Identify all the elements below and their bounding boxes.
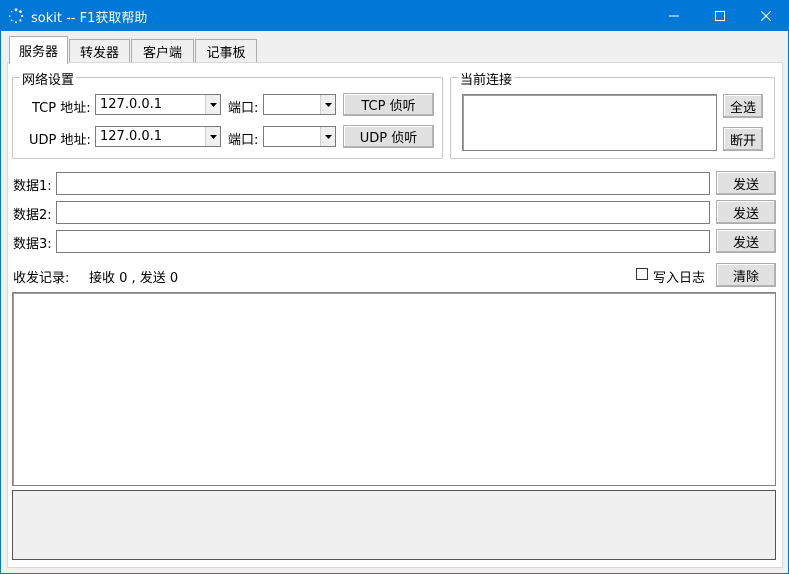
write-log-label[interactable]: 写入日志 bbox=[653, 267, 705, 286]
connection-list[interactable] bbox=[462, 94, 717, 151]
minimize-icon bbox=[669, 15, 679, 16]
data2-input[interactable] bbox=[56, 201, 710, 224]
tcp-port-combo[interactable] bbox=[263, 94, 336, 115]
close-icon bbox=[761, 10, 771, 21]
udp-port-combo[interactable] bbox=[263, 126, 336, 147]
udp-listen-button[interactable]: UDP 侦听 bbox=[343, 125, 434, 148]
udp-port-label: 端口: bbox=[228, 133, 259, 148]
tcp-port-label: 端口: bbox=[228, 101, 259, 116]
data1-label: 数据1: bbox=[13, 179, 52, 194]
tab-forwarder[interactable]: 转发器 bbox=[69, 39, 130, 63]
tab-label: 服务器 bbox=[18, 45, 58, 60]
log-textarea[interactable] bbox=[12, 292, 776, 486]
tab-label: 转发器 bbox=[79, 46, 119, 61]
chevron-down-icon[interactable] bbox=[205, 95, 220, 114]
select-all-button[interactable]: 全选 bbox=[723, 94, 763, 118]
log-label: 收发记录: bbox=[13, 271, 70, 286]
udp-address-combo[interactable]: 127.0.0.1 bbox=[95, 126, 221, 147]
title-bar[interactable]: sokit -- F1获取帮助 bbox=[0, 0, 789, 31]
status-panel[interactable] bbox=[12, 490, 776, 560]
tab-client[interactable]: 客户端 bbox=[131, 39, 194, 63]
maximize-button[interactable] bbox=[697, 0, 743, 31]
maximize-icon bbox=[715, 10, 725, 21]
tab-server[interactable]: 服务器 bbox=[9, 36, 68, 64]
traffic-stats: 接收 0 , 发送 0 bbox=[89, 271, 179, 286]
minimize-button[interactable] bbox=[651, 0, 697, 31]
data3-input[interactable] bbox=[56, 230, 710, 253]
send-button[interactable]: 发送 bbox=[716, 229, 776, 253]
network-settings-legend: 网络设置 bbox=[20, 69, 77, 88]
data2-label: 数据2: bbox=[13, 208, 52, 223]
tab-label: 客户端 bbox=[142, 46, 182, 61]
disconnect-button[interactable]: 断开 bbox=[723, 127, 763, 151]
close-button[interactable] bbox=[743, 0, 789, 31]
write-log-checkbox[interactable] bbox=[636, 268, 648, 280]
tab-notepad[interactable]: 记事板 bbox=[195, 39, 257, 63]
chevron-down-icon[interactable] bbox=[320, 95, 335, 114]
app-icon bbox=[9, 8, 24, 24]
tab-label: 记事板 bbox=[206, 46, 246, 61]
chevron-down-icon[interactable] bbox=[205, 127, 220, 146]
current-connection-legend: 当前连接 bbox=[458, 69, 515, 88]
chevron-down-icon[interactable] bbox=[320, 127, 335, 146]
clear-button[interactable]: 清除 bbox=[716, 263, 776, 287]
udp-address-label: UDP 地址: bbox=[29, 133, 91, 148]
send-button[interactable]: 发送 bbox=[716, 200, 776, 224]
tcp-address-label: TCP 地址: bbox=[32, 101, 91, 116]
udp-address-value: 127.0.0.1 bbox=[100, 129, 163, 144]
data1-input[interactable] bbox=[56, 172, 710, 195]
tcp-address-combo[interactable]: 127.0.0.1 bbox=[95, 94, 221, 115]
send-button[interactable]: 发送 bbox=[716, 171, 776, 195]
data3-label: 数据3: bbox=[13, 237, 52, 252]
tcp-address-value: 127.0.0.1 bbox=[100, 97, 163, 112]
window-title: sokit -- F1获取帮助 bbox=[31, 11, 148, 26]
tcp-listen-button[interactable]: TCP 侦听 bbox=[343, 93, 434, 116]
